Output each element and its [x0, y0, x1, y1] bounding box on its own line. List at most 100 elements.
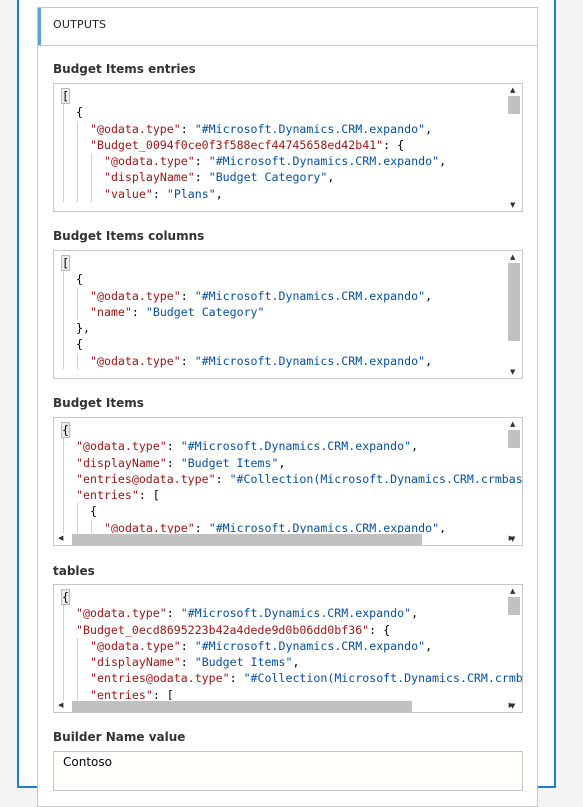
scroll-thumb[interactable]: [508, 597, 520, 615]
indent-guide: [77, 352, 78, 370]
code-token: ,: [439, 154, 447, 169]
vertical-scrollbar[interactable]: ▲ ▼: [508, 253, 520, 376]
indent-guide: [91, 153, 92, 170]
indent-guide: [63, 670, 64, 687]
code-token: {: [76, 105, 83, 120]
scroll-thumb[interactable]: [508, 430, 520, 448]
code-token: ,: [215, 186, 223, 201]
code-token: :: [180, 353, 195, 368]
scroll-thumb[interactable]: [72, 701, 412, 712]
scroll-down-arrow-icon[interactable]: ▼: [510, 201, 515, 209]
code-token: "@odata.type": [90, 353, 181, 368]
code-token: "displayName": [76, 455, 167, 470]
field-label: Budget Items entries: [53, 62, 196, 76]
builder-name-label: Builder Name value: [53, 730, 186, 744]
json-code: { "@odata.type": "#Microsoft.Dynamics.CRM…: [61, 589, 523, 704]
code-token: "displayName": [104, 170, 195, 185]
indent-guide: [77, 287, 78, 304]
code-token: "displayName": [90, 655, 181, 670]
indent-guide: [77, 637, 78, 655]
scroll-down-arrow-icon[interactable]: ▼: [510, 368, 515, 376]
json-code-viewer[interactable]: {"@odata.type": "#Microsoft.Dynamics.CRM…: [53, 417, 523, 546]
code-token: },: [76, 321, 90, 336]
code-line: "@odata.type": "#Microsoft.Dynamics.CRM.…: [62, 120, 446, 137]
indent-guide: [77, 136, 78, 154]
code-line: "entries": [: [62, 487, 522, 504]
code-token: "entries@odata.type": [90, 671, 230, 686]
code-line: "entries@odata.type": "#Collection(Micro…: [62, 670, 523, 687]
code-token: ,: [327, 170, 335, 185]
code-token: ,: [278, 455, 286, 470]
code-token: "@odata.type": [76, 606, 167, 621]
code-token: "@odata.type": [90, 638, 181, 653]
code-token: "#Microsoft.Dynamics.CRM.expando": [208, 154, 440, 169]
vertical-scrollbar[interactable]: ▲ ▼: [508, 587, 520, 710]
indent-guide: [63, 185, 64, 203]
code-token: : {: [383, 137, 405, 152]
outputs-header[interactable]: OUTPUTS: [38, 8, 537, 46]
code-token: "name": [90, 304, 132, 319]
scroll-right-arrow-icon[interactable]: ▶: [509, 534, 514, 542]
code-token: {: [90, 504, 97, 519]
code-token: "entries": [76, 488, 139, 503]
json-code-viewer[interactable]: [{"@odata.type": "#Microsoft.Dynamics.CR…: [53, 83, 523, 212]
builder-name-value: Contoso: [63, 755, 112, 769]
indent-guide: [63, 654, 64, 671]
code-line: "Budget_0094f0ce0f3f588ecf44745658ed42b4…: [62, 136, 446, 154]
scroll-thumb[interactable]: [508, 96, 520, 114]
code-token: {: [61, 589, 70, 605]
indent-guide: [77, 153, 78, 170]
code-token: "#Collection(Microsoft.Dynamics.CRM.crmb…: [243, 671, 523, 686]
scroll-thumb[interactable]: [508, 263, 520, 341]
vertical-scrollbar[interactable]: ▲ ▼: [508, 420, 520, 543]
code-token: "entries@odata.type": [76, 471, 216, 486]
scroll-left-arrow-icon[interactable]: ◀: [58, 701, 63, 709]
scroll-thumb[interactable]: [72, 534, 422, 545]
indent-guide: [77, 185, 78, 203]
code-line: {: [62, 271, 432, 288]
indent-guide: [63, 487, 64, 504]
code-token: {: [61, 422, 70, 438]
accent-bar: [38, 8, 41, 45]
vertical-scrollbar[interactable]: ▲ ▼: [508, 86, 520, 209]
code-token: ,: [425, 638, 433, 653]
code-line: "name": "Budget Category": [62, 303, 432, 321]
indent-guide: [63, 104, 64, 121]
indent-guide: [77, 503, 78, 520]
code-line: "@odata.type": "#Microsoft.Dynamics.CRM.…: [62, 352, 432, 370]
code-line: "entries@odata.type": "#Collection(Micro…: [62, 470, 522, 488]
code-token: ,: [292, 655, 300, 670]
code-token: [: [61, 255, 70, 271]
horizontal-scrollbar[interactable]: ◀ ▶: [54, 700, 514, 712]
code-line: "@odata.type": "#Microsoft.Dynamics.CRM.…: [62, 287, 432, 304]
indent-guide: [63, 287, 64, 304]
scroll-up-arrow-icon[interactable]: ▲: [510, 587, 515, 595]
json-code-viewer[interactable]: { "@odata.type": "#Microsoft.Dynamics.CRM…: [53, 584, 523, 713]
scroll-up-arrow-icon[interactable]: ▲: [510, 253, 515, 261]
code-token: "value": [104, 186, 153, 201]
code-line: "@odata.type": "#Microsoft.Dynamics.CRM.…: [62, 637, 522, 655]
code-line: "displayName": "Budget Category",: [62, 169, 446, 186]
json-code: [{"@odata.type": "#Microsoft.Dynamics.CR…: [61, 88, 447, 203]
indent-guide: [63, 503, 64, 520]
builder-name-value-box[interactable]: Contoso: [53, 751, 523, 791]
code-line: {: [61, 589, 522, 605]
scroll-left-arrow-icon[interactable]: ◀: [58, 534, 63, 542]
horizontal-scrollbar[interactable]: ◀ ▶: [54, 533, 514, 545]
code-line: },: [62, 320, 432, 337]
json-code-viewer[interactable]: [{"@odata.type": "#Microsoft.Dynamics.CR…: [53, 250, 523, 379]
indent-guide: [77, 654, 78, 671]
code-line: "displayName": "Budget Items",: [62, 654, 522, 671]
code-token: {: [76, 337, 83, 352]
code-line: {: [62, 104, 446, 121]
scroll-up-arrow-icon[interactable]: ▲: [510, 420, 515, 428]
scroll-up-arrow-icon[interactable]: ▲: [510, 86, 515, 94]
indent-guide: [77, 303, 78, 321]
code-token: :: [180, 121, 195, 136]
code-token: :: [131, 304, 146, 319]
scroll-right-arrow-icon[interactable]: ▶: [509, 701, 514, 709]
indent-guide: [63, 271, 64, 288]
code-token: "@odata.type": [90, 121, 181, 136]
indent-guide: [91, 169, 92, 186]
code-token: "#Microsoft.Dynamics.CRM.expando": [194, 638, 426, 653]
